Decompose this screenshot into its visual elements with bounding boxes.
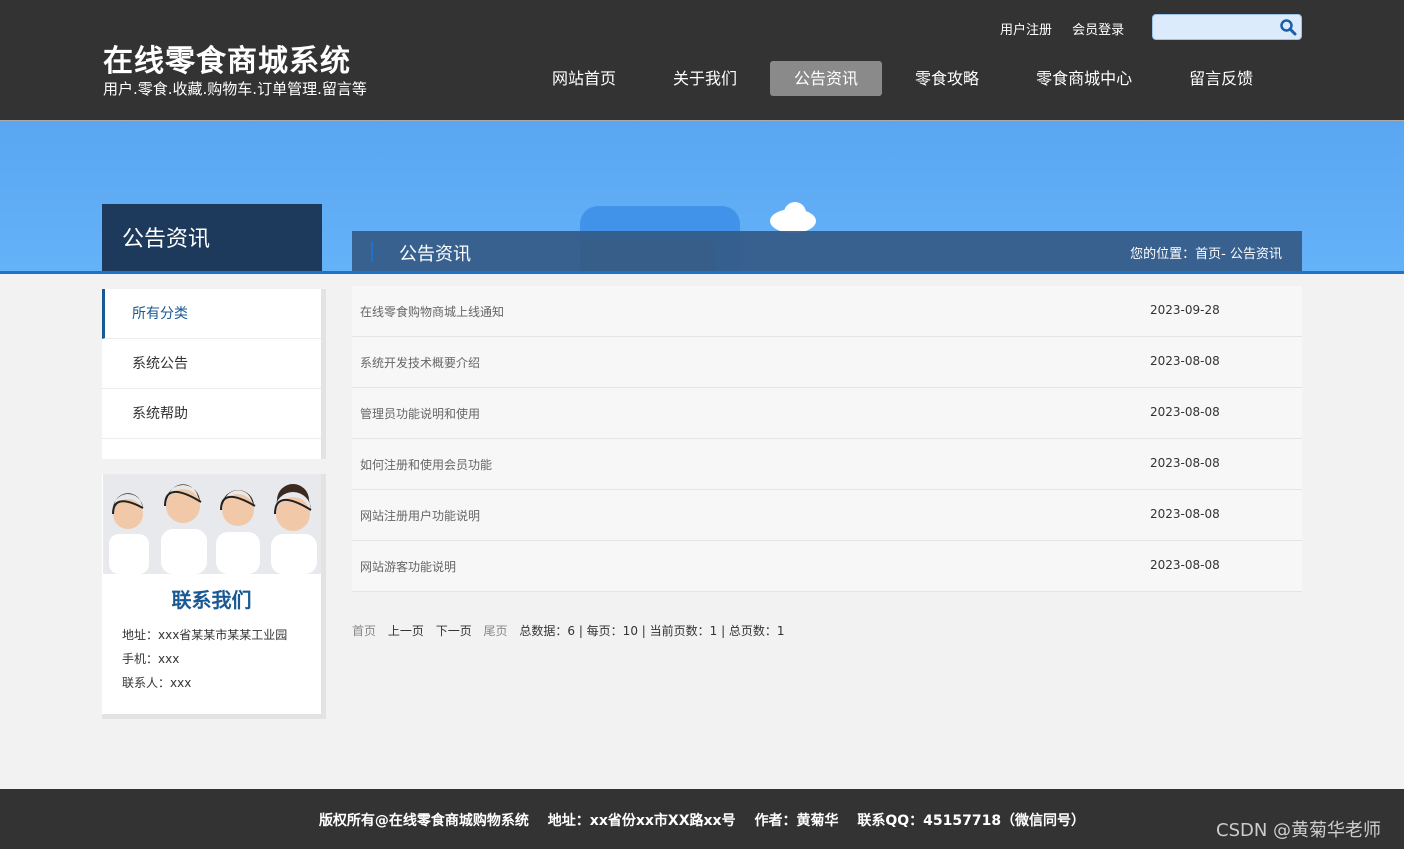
notice-list: 在线零食购物商城上线通知 2023-09-28 系统开发技术概要介绍 2023-08-…: [352, 286, 1302, 592]
notice-row[interactable]: 网站游客功能说明 2023-08-08: [352, 541, 1302, 592]
breadcrumb[interactable]: 您的位置：首页- 公告资讯: [1130, 243, 1282, 262]
contact-phone: 手机：xxx: [122, 652, 180, 666]
title-marker: [371, 241, 373, 262]
contact-address: 地址：xxx省某某市某某工业园: [122, 628, 288, 642]
site-footer: 版权所有@在线零食商城购物系统 地址：xx省份xx市XX路xx号 作者：黄菊华 …: [0, 789, 1404, 849]
category-item[interactable]: 系统帮助: [102, 389, 321, 439]
first-page-link[interactable]: 首页: [352, 624, 376, 638]
nav-item[interactable]: 关于我们: [649, 61, 761, 96]
notice-row[interactable]: 管理员功能说明和使用 2023-08-08: [352, 388, 1302, 439]
notice-date: 2023-08-08: [1150, 405, 1220, 419]
banner-divider: [0, 271, 1404, 274]
content-header: 公告资讯 您的位置：首页- 公告资讯: [352, 231, 1302, 271]
site-subtitle: 用户.零食.收藏.购物车.订单管理.留言等: [103, 80, 367, 98]
notice-date: 2023-08-08: [1150, 456, 1220, 470]
notice-row[interactable]: 在线零食购物商城上线通知 2023-09-28: [352, 286, 1302, 337]
contact-panel: 联系我们 地址：xxx省某某市某某工业园 手机：xxx 联系人：xxx: [102, 474, 326, 719]
nav-item[interactable]: 公告资讯: [770, 61, 883, 96]
notice-date: 2023-08-08: [1150, 507, 1220, 521]
customer-service-image: [103, 474, 321, 574]
notice-date: 2023-09-28: [1150, 303, 1220, 317]
pagination: 首页 上一页 下一页 尾页 总数据：6 | 每页：10 | 当前页数：1 | 总…: [352, 622, 785, 639]
nav-item[interactable]: 零食攻略: [891, 61, 1003, 96]
content-title: 公告资讯: [399, 244, 471, 265]
nav-item[interactable]: 留言反馈: [1165, 61, 1277, 96]
search-input[interactable]: [1157, 17, 1275, 37]
watermark: CSDN @黄菊华老师: [1216, 820, 1382, 841]
login-link[interactable]: 会员登录: [1072, 23, 1124, 38]
notice-title[interactable]: 系统开发技术概要介绍: [360, 354, 480, 371]
notice-title[interactable]: 在线零食购物商城上线通知: [360, 303, 504, 320]
last-page-link[interactable]: 尾页: [484, 624, 508, 638]
nav-item[interactable]: 网站首页: [528, 61, 640, 96]
next-page-link[interactable]: 下一页: [436, 624, 472, 638]
contact-title: 联系我们: [171, 588, 252, 612]
pagination-summary: 总数据：6 | 每页：10 | 当前页数：1 | 总页数：1: [519, 624, 785, 638]
notice-date: 2023-08-08: [1150, 558, 1220, 572]
notice-row[interactable]: 网站注册用户功能说明 2023-08-08: [352, 490, 1302, 541]
main-nav: 网站首页 关于我们 公告资讯 零食攻略 零食商城中心 留言反馈: [528, 61, 1286, 96]
category-item[interactable]: 系统公告: [102, 339, 321, 389]
notice-date: 2023-08-08: [1150, 354, 1220, 368]
footer-text: 版权所有@在线零食商城购物系统 地址：xx省份xx市XX路xx号 作者：黄菊华 …: [318, 813, 1086, 829]
notice-title[interactable]: 网站游客功能说明: [360, 558, 456, 575]
nav-item[interactable]: 零食商城中心: [1012, 61, 1156, 96]
notice-row[interactable]: 如何注册和使用会员功能 2023-08-08: [352, 439, 1302, 490]
sidebar-title: 公告资讯: [102, 204, 322, 271]
category-list: 所有分类 系统公告 系统帮助: [102, 289, 326, 459]
cloud-icon: [770, 202, 816, 233]
site-title[interactable]: 在线零食商城系统: [103, 36, 351, 80]
register-link[interactable]: 用户注册: [1000, 23, 1052, 38]
notice-title[interactable]: 网站注册用户功能说明: [360, 507, 480, 524]
category-item[interactable]: 所有分类: [102, 289, 321, 339]
notice-title[interactable]: 如何注册和使用会员功能: [360, 456, 492, 473]
contact-person: 联系人：xxx: [122, 676, 192, 690]
notice-title[interactable]: 管理员功能说明和使用: [360, 405, 480, 422]
search-icon[interactable]: [1279, 18, 1297, 36]
top-links: 用户注册 会员登录: [1000, 19, 1140, 38]
site-header: 在线零食商城系统 用户.零食.收藏.购物车.订单管理.留言等 用户注册 会员登录…: [0, 0, 1404, 120]
notice-row[interactable]: 系统开发技术概要介绍 2023-08-08: [352, 337, 1302, 388]
search-box: [1152, 14, 1302, 40]
prev-page-link[interactable]: 上一页: [388, 624, 424, 638]
